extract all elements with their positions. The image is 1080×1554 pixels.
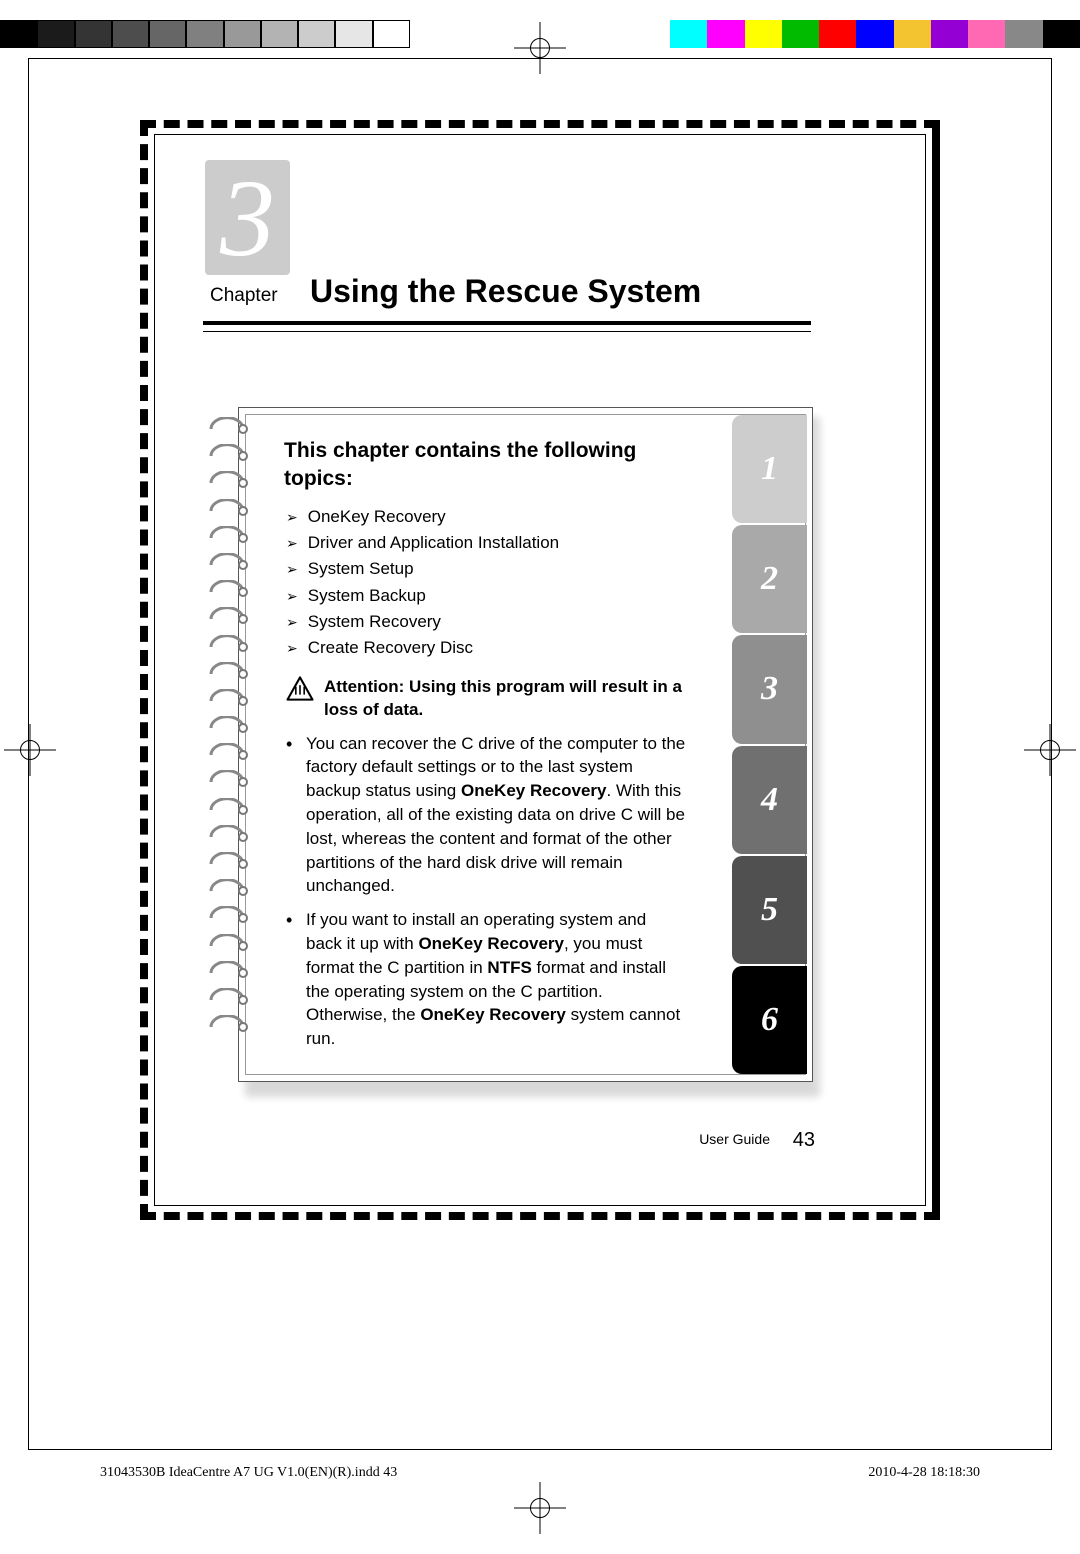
footer-page-number: 43 [793, 1129, 815, 1152]
chapter-tab: 5 [732, 856, 807, 964]
slug-filename: 31043530B IdeaCentre A7 UG V1.0(EN)(R).i… [100, 1465, 397, 1481]
topic-item: OneKey Recovery [286, 504, 787, 530]
attention-note: Attention: Using this program will resul… [286, 676, 686, 722]
bullet-list: You can recover the C drive of the compu… [286, 732, 686, 1051]
topic-item: Driver and Application Installation [286, 530, 787, 556]
notebook-block: This chapter contains the following topi… [205, 407, 810, 1087]
chapter-title: Using the Rescue System [310, 273, 701, 310]
chapter-tab: 4 [732, 746, 807, 854]
footer-label: User Guide [699, 1131, 770, 1147]
bullet-item: If you want to install an operating syst… [286, 908, 686, 1051]
chapter-number: 3 [220, 163, 275, 273]
heading-rule-thick [203, 321, 811, 325]
section-heading: This chapter contains the following topi… [284, 437, 684, 494]
attention-text: Attention: Using this program will resul… [324, 676, 686, 722]
page-border: 3 Chapter Using the Rescue System This c… [140, 120, 940, 1220]
heading-rule-thin [203, 331, 811, 332]
chapter-tabs: 123456 [732, 415, 807, 1074]
chapter-tab: 1 [732, 415, 807, 523]
slug-timestamp: 2010-4-28 18:18:30 [868, 1465, 980, 1481]
warning-icon [286, 676, 314, 701]
chapter-tab: 6 [732, 966, 807, 1074]
spiral-binding-icon [205, 417, 265, 1039]
topic-item: Create Recovery Disc [286, 635, 787, 661]
topic-list: OneKey RecoveryDriver and Application In… [286, 504, 787, 662]
topic-item: System Setup [286, 556, 787, 582]
bullet-item: You can recover the C drive of the compu… [286, 732, 686, 899]
chapter-number-box: 3 [205, 160, 290, 275]
registration-mark-icon [520, 1488, 560, 1528]
chapter-tab: 2 [732, 525, 807, 633]
chapter-tab: 3 [732, 635, 807, 743]
topic-item: System Backup [286, 583, 787, 609]
chapter-label: Chapter [210, 285, 278, 307]
topic-item: System Recovery [286, 609, 787, 635]
